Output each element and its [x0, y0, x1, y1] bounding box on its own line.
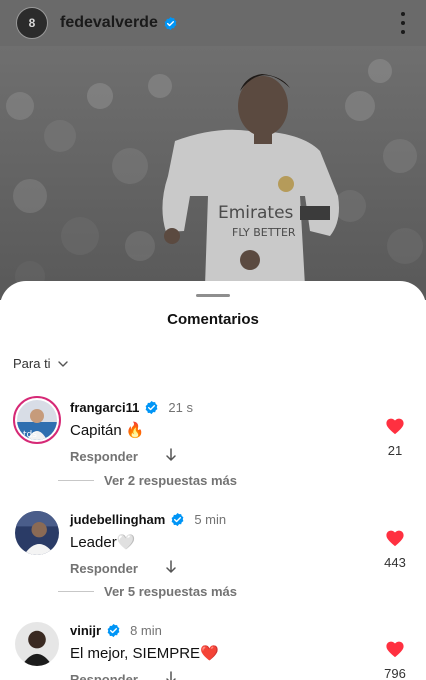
view-more-replies[interactable]: Ver 5 respuestas más: [58, 582, 358, 600]
view-more-replies-label: Ver 2 respuestas más: [104, 472, 237, 488]
like-count: 443: [384, 555, 406, 570]
like-count: 21: [387, 443, 403, 458]
view-more-replies[interactable]: Ver 2 respuestas más: [58, 471, 358, 489]
sort-label: Para ti: [13, 356, 51, 371]
comment-item: tds frangarci11 21 s Capitán 🔥 Responder…: [0, 396, 426, 467]
comment-text: Leader🤍: [70, 534, 136, 551]
reply-button[interactable]: Responder: [70, 449, 138, 464]
like-count: 796: [384, 666, 406, 680]
heart-icon[interactable]: [385, 640, 405, 658]
divider-line: [58, 479, 94, 481]
avatar-image: tds: [17, 400, 57, 440]
comment-username-row: frangarci11 21 s: [70, 400, 193, 415]
comment-text: Capitán 🔥: [70, 422, 145, 439]
verified-badge-icon: [107, 623, 120, 638]
post-background: 8 fedevalverde Emirates FLY BETTER: [0, 0, 426, 300]
comment-time: 21 s: [168, 400, 193, 415]
post-author-username[interactable]: fedevalverde: [60, 14, 158, 32]
commenter-avatar[interactable]: [15, 511, 59, 555]
verified-badge-icon: [171, 512, 184, 527]
comment-text: El mejor, SIEMPRE❤️: [70, 645, 219, 662]
reply-button[interactable]: Responder: [70, 561, 138, 576]
commenter-avatar[interactable]: tds: [13, 396, 61, 444]
sort-dropdown[interactable]: Para ti: [13, 356, 69, 371]
more-vertical-icon[interactable]: [400, 12, 406, 34]
post-header: 8 fedevalverde: [0, 0, 426, 46]
comment-username[interactable]: vinijr: [70, 623, 101, 638]
comment-username-row: vinijr 8 min: [70, 623, 162, 638]
drag-handle[interactable]: [196, 294, 230, 297]
verified-badge-icon: [146, 400, 158, 415]
chevron-down-icon: [57, 360, 68, 367]
verified-badge-icon: [164, 16, 177, 30]
commenter-avatar[interactable]: [15, 622, 59, 666]
comment-time: 8 min: [130, 623, 162, 638]
heart-icon[interactable]: [385, 417, 405, 435]
avatar-image: [15, 622, 59, 666]
comments-sheet: Comentarios Para ti tds frangarci11 21 s…: [0, 281, 426, 680]
comment-username[interactable]: judebellingham: [70, 512, 165, 527]
svg-text:tds: tds: [23, 430, 37, 440]
divider-line: [58, 590, 94, 592]
arrow-down-icon[interactable]: [164, 559, 178, 575]
avatar-number: 8: [28, 16, 36, 30]
comment-item: judebellingham 5 min Leader🤍 Responder 4…: [0, 509, 426, 579]
arrow-down-icon[interactable]: [164, 447, 178, 463]
avatar-image: [15, 511, 59, 555]
comment-username[interactable]: frangarci11: [70, 400, 139, 415]
view-more-replies-label: Ver 5 respuestas más: [104, 583, 237, 599]
post-author-avatar[interactable]: 8: [16, 7, 48, 39]
arrow-down-icon[interactable]: [164, 670, 178, 680]
heart-icon[interactable]: [385, 529, 405, 547]
comment-time: 5 min: [194, 512, 227, 527]
sheet-title: Comentarios: [167, 311, 259, 328]
comment-username-row: judebellingham 5 min: [70, 512, 226, 527]
comment-item: vinijr 8 min El mejor, SIEMPRE❤️ Respond…: [0, 620, 426, 680]
reply-button[interactable]: Responder: [70, 672, 138, 680]
